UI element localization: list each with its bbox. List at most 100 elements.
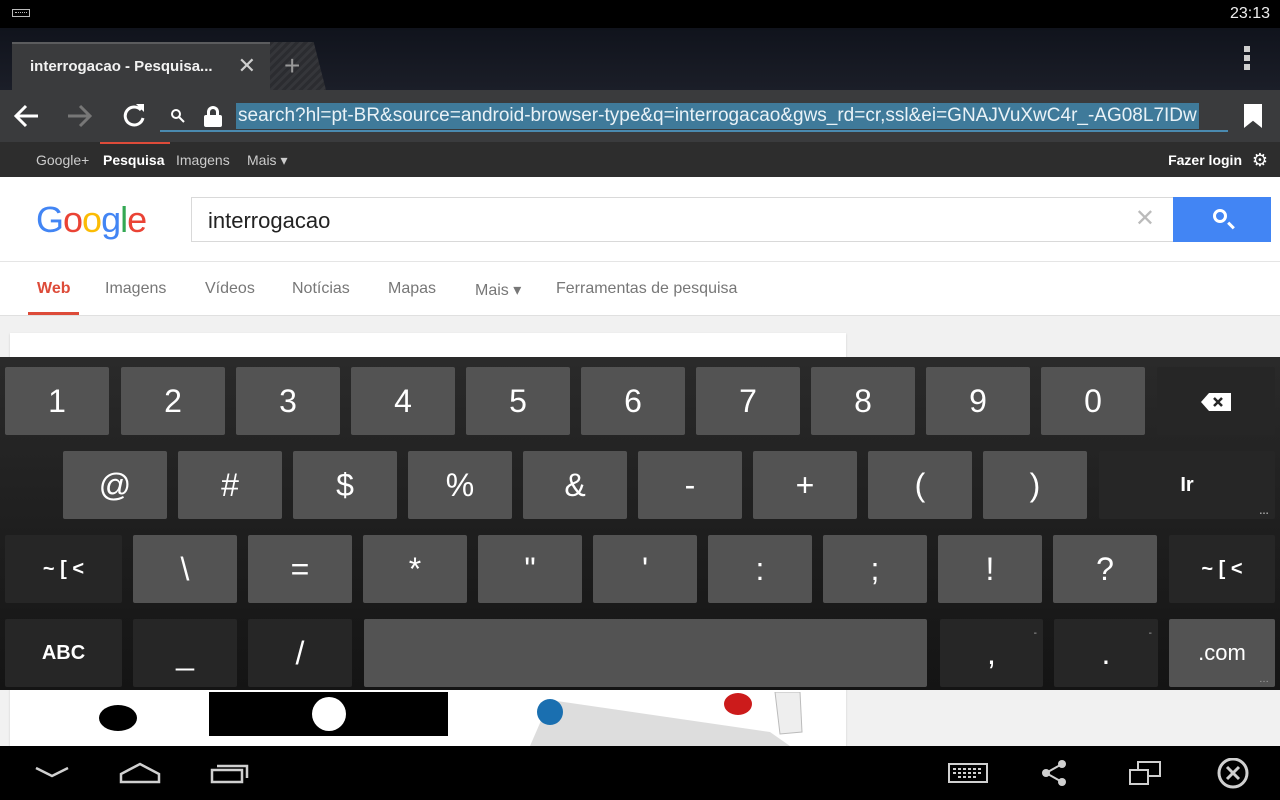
gear-icon[interactable]: ⚙ — [1252, 150, 1268, 171]
go-key-label: Ir — [1180, 474, 1194, 496]
logo-letter: g — [101, 199, 121, 240]
back-button[interactable] — [12, 98, 42, 134]
system-nav-bar — [0, 746, 1280, 800]
recents-icon — [210, 764, 249, 784]
window-button[interactable] — [1128, 758, 1162, 794]
tab-web[interactable]: Web — [37, 280, 70, 298]
reload-button[interactable] — [120, 98, 148, 134]
key-6[interactable]: 6 — [581, 367, 685, 435]
key-dollar[interactable]: $ — [293, 451, 397, 519]
tab-imagens[interactable]: Imagens — [105, 280, 166, 298]
key-8[interactable]: 8 — [811, 367, 915, 435]
reload-icon — [123, 104, 145, 127]
login-link[interactable]: Fazer login — [1168, 152, 1242, 168]
comma-hint: - — [1033, 628, 1037, 639]
logo-letter: G — [36, 199, 64, 240]
back-nav-button[interactable] — [34, 758, 70, 794]
key-underscore[interactable]: _ — [133, 619, 237, 687]
hide-keyboard-icon — [35, 766, 69, 778]
new-tab-button[interactable]: + — [270, 42, 326, 90]
go-key[interactable]: Ir … — [1099, 451, 1275, 519]
key-exclamation[interactable]: ! — [938, 535, 1042, 603]
browser-tab[interactable]: interrogacao - Pesquisa... ✕ — [12, 42, 270, 90]
key-minus[interactable]: - — [638, 451, 742, 519]
key-0[interactable]: 0 — [1041, 367, 1145, 435]
key-single-quote[interactable]: ' — [593, 535, 697, 603]
key-9[interactable]: 9 — [926, 367, 1030, 435]
dotcom-key[interactable]: .com … — [1169, 619, 1275, 687]
link-pesquisa[interactable]: Pesquisa — [103, 152, 164, 168]
image-thumbnails — [10, 692, 846, 746]
clear-icon[interactable]: ✕ — [1135, 204, 1155, 233]
google-logo[interactable]: Google — [36, 199, 147, 241]
image-results-strip[interactable] — [10, 692, 846, 746]
key-5[interactable]: 5 — [466, 367, 570, 435]
on-screen-keyboard: 1 2 3 4 5 6 7 8 9 0 @ # $ % & - + ( ) Ir… — [0, 357, 1280, 690]
key-3[interactable]: 3 — [236, 367, 340, 435]
forward-button[interactable] — [64, 98, 94, 134]
url-text[interactable]: search?hl=pt-BR&source=android-browser-t… — [236, 103, 1199, 129]
link-mais[interactable]: Mais ▾ — [247, 152, 287, 169]
go-key-hint: … — [1259, 506, 1269, 517]
address-bar[interactable]: search?hl=pt-BR&source=android-browser-t… — [160, 100, 1228, 132]
key-close-paren[interactable]: ) — [983, 451, 1087, 519]
logo-letter: l — [120, 199, 128, 240]
lock-icon — [204, 106, 222, 127]
dotcom-hint: … — [1259, 674, 1269, 685]
more-symbols-key-right[interactable]: ~ [ < — [1169, 535, 1275, 603]
search-button[interactable] — [1173, 197, 1271, 242]
search-tabs: Web Imagens Vídeos Notícias Mapas Mais ▾… — [0, 262, 1280, 316]
tab-title: interrogacao - Pesquisa... — [30, 58, 213, 75]
screen: 23:13 interrogacao - Pesquisa... ✕ + sea… — [0, 0, 1280, 800]
search-query[interactable]: interrogacao — [208, 208, 330, 234]
tab-ferramentas[interactable]: Ferramentas de pesquisa — [556, 280, 737, 298]
key-equals[interactable]: = — [248, 535, 352, 603]
key-1[interactable]: 1 — [5, 367, 109, 435]
search-header: Google interrogacao ✕ — [0, 177, 1280, 262]
key-ampersand[interactable]: & — [523, 451, 627, 519]
more-symbols-key-left[interactable]: ~ [ < — [5, 535, 122, 603]
home-button[interactable] — [118, 758, 162, 794]
overflow-menu-icon[interactable] — [1244, 46, 1250, 73]
logo-letter: o — [82, 199, 102, 240]
key-7[interactable]: 7 — [696, 367, 800, 435]
key-2[interactable]: 2 — [121, 367, 225, 435]
abc-key[interactable]: ABC — [5, 619, 122, 687]
key-period[interactable]: . - — [1054, 619, 1158, 687]
close-tab-icon[interactable]: ✕ — [238, 55, 256, 77]
key-slash[interactable]: / — [248, 619, 352, 687]
keyboard-switch-button[interactable] — [948, 758, 988, 794]
key-double-quote[interactable]: " — [478, 535, 582, 603]
key-hash[interactable]: # — [178, 451, 282, 519]
key-backslash[interactable]: \ — [133, 535, 237, 603]
magnifier-icon — [1213, 209, 1227, 223]
close-app-button[interactable] — [1216, 757, 1250, 798]
key-semicolon[interactable]: ; — [823, 535, 927, 603]
key-question[interactable]: ? — [1053, 535, 1157, 603]
logo-letter: o — [63, 199, 83, 240]
active-tab-underline — [28, 312, 79, 315]
backspace-key[interactable] — [1157, 367, 1275, 435]
back-arrow-icon — [13, 104, 38, 128]
tab-mais[interactable]: Mais ▾ — [475, 280, 521, 300]
key-plus[interactable]: + — [753, 451, 857, 519]
key-open-paren[interactable]: ( — [868, 451, 972, 519]
tab-noticias[interactable]: Notícias — [292, 280, 350, 298]
key-percent[interactable]: % — [408, 451, 512, 519]
space-key[interactable] — [364, 619, 927, 687]
recents-button[interactable] — [210, 758, 250, 794]
key-asterisk[interactable]: * — [363, 535, 467, 603]
key-comma[interactable]: , - — [940, 619, 1043, 687]
keyboard-icon — [948, 763, 988, 783]
key-colon[interactable]: : — [708, 535, 812, 603]
link-google-plus[interactable]: Google+ — [36, 152, 89, 168]
backspace-icon — [1201, 393, 1231, 411]
key-4[interactable]: 4 — [351, 367, 455, 435]
tab-videos[interactable]: Vídeos — [205, 280, 255, 298]
bookmark-icon[interactable] — [1244, 104, 1262, 128]
link-imagens[interactable]: Imagens — [176, 152, 230, 168]
tab-mapas[interactable]: Mapas — [388, 280, 436, 298]
key-at[interactable]: @ — [63, 451, 167, 519]
search-input[interactable]: interrogacao ✕ — [191, 197, 1174, 242]
share-button[interactable] — [1040, 758, 1070, 794]
